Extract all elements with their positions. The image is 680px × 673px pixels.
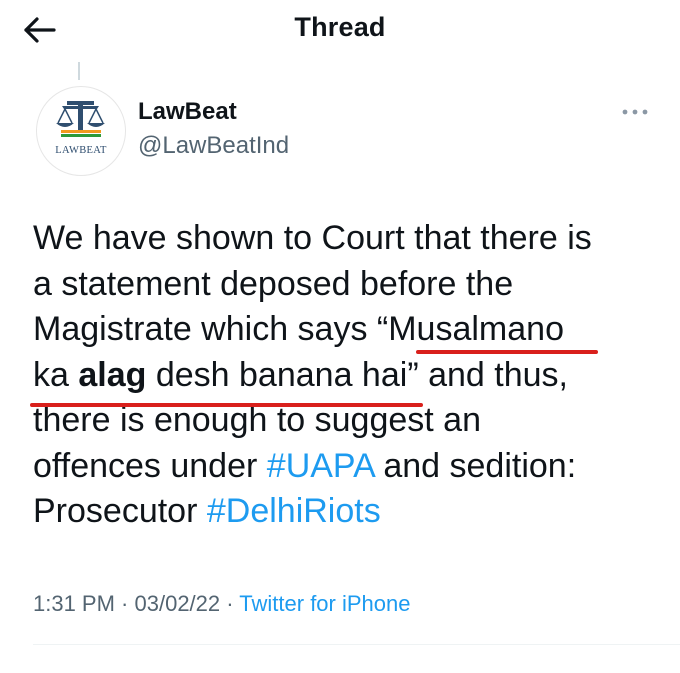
more-horizontal-icon	[622, 109, 648, 115]
hashtag-link[interactable]: #DelhiRiots	[207, 492, 381, 530]
tweet-fragment: ” and thus,	[407, 355, 568, 394]
author-handle[interactable]: @LawBeatInd	[138, 132, 289, 160]
highlighted-phrase: desh banana hai	[146, 355, 408, 394]
tweet-line: We have shown to Court that there is	[33, 219, 592, 257]
avatar-label: LAWBEAT	[55, 145, 107, 156]
meta-separator: ·	[114, 591, 135, 616]
avatar[interactable]: LAWBEAT	[36, 86, 126, 176]
tweet-text: We have shown to Court that there is a s…	[33, 216, 653, 535]
meta-separator: ·	[220, 591, 240, 616]
page-title: Thread	[294, 12, 386, 42]
tweet-line: a statement deposed before the	[33, 264, 514, 303]
tweet-fragment: Magistrate which says “	[33, 310, 389, 348]
scales-of-justice-icon: LAWBEAT	[55, 101, 107, 156]
tweet-fragment: Prosecutor	[33, 492, 207, 530]
tweet-line: offences under #UAPA and sedition:	[33, 444, 653, 490]
red-underline-annotation	[30, 403, 423, 407]
author-name[interactable]: LawBeat	[138, 98, 237, 126]
tweet-fragment: offences under	[33, 446, 267, 485]
tweet-line: Magistrate which says “Musalmano	[33, 307, 653, 353]
tweet-date: 03/02/22	[134, 591, 221, 616]
tweet-line: ka alag desh banana hai” and thus,	[33, 353, 653, 399]
divider	[33, 644, 680, 645]
tweet-time: 1:31 PM	[33, 591, 115, 616]
bold-word: alag	[78, 355, 147, 394]
more-options-button[interactable]	[620, 104, 650, 120]
highlighted-phrase: Musalmano	[388, 310, 564, 348]
red-underline-annotation	[416, 350, 598, 354]
thread-connector-line	[78, 62, 80, 80]
hashtag-link[interactable]: #UAPA	[267, 447, 374, 485]
tweet-line: Prosecutor #DelhiRiots	[33, 489, 653, 535]
top-bar: Thread	[0, 0, 680, 62]
thread-page: Thread LAWBEAT LawBeat @LawBeatInd We ha…	[0, 0, 680, 673]
tweet-meta: 1:31 PM · 03/02/22 · Twitter for iPhone	[33, 591, 410, 617]
tweet-source-link[interactable]: Twitter for iPhone	[239, 591, 410, 616]
tweet-fragment: ka	[33, 355, 79, 394]
tweet-fragment: and sedition:	[373, 446, 577, 485]
